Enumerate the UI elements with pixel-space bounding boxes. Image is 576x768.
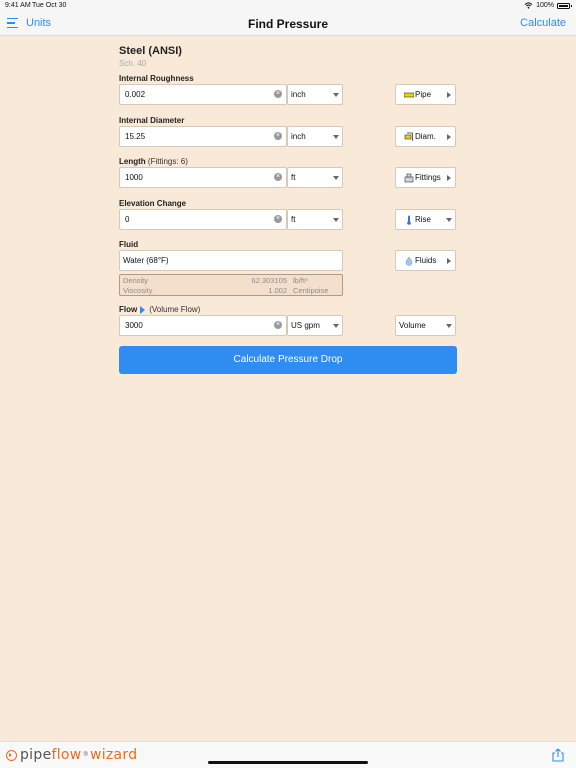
rise-select-label: Rise xyxy=(415,215,432,224)
logo-text-flow: flow xyxy=(51,747,82,763)
length-unit: ft xyxy=(291,173,296,182)
battery-icon xyxy=(557,2,572,9)
length-input[interactable]: 1000 × xyxy=(119,167,287,188)
clear-icon[interactable]: × xyxy=(274,321,282,329)
chevron-down-icon xyxy=(333,218,339,222)
clear-icon[interactable]: × xyxy=(274,173,282,181)
diameter-unit: inch xyxy=(291,132,306,141)
water-drop-icon xyxy=(405,256,413,266)
chevron-down-icon xyxy=(333,176,339,180)
logo-mark-icon xyxy=(6,749,17,761)
diameter-icon xyxy=(404,132,413,141)
fluids-button-label: Fluids xyxy=(415,256,437,265)
fluid-value: Water (68°F) xyxy=(123,256,169,265)
chevron-right-icon xyxy=(447,258,451,264)
elevation-value: 0 xyxy=(125,215,130,224)
flow-input[interactable]: 3000 × xyxy=(119,315,287,336)
flow-type-select[interactable]: Volume xyxy=(395,315,456,336)
fluid-properties: Density 62.303105 lb/ft³ Viscosity 1.002… xyxy=(119,274,343,296)
flow-value: 3000 xyxy=(125,321,143,330)
status-time: 9:41 AM xyxy=(5,2,31,9)
calculate-pressure-drop-button[interactable]: Calculate Pressure Drop xyxy=(119,346,457,374)
length-value: 1000 xyxy=(125,173,143,182)
thermometer-icon xyxy=(407,215,411,225)
flow-label-text: Flow xyxy=(119,305,138,314)
flow-type-value: Volume xyxy=(399,321,426,330)
roughness-label: Internal Roughness xyxy=(119,74,194,83)
flow-unit-select[interactable]: US gpm xyxy=(287,315,343,336)
elevation-unit: ft xyxy=(291,215,296,224)
roughness-unit: inch xyxy=(291,90,306,99)
density-value: 62.303105 xyxy=(251,276,287,285)
flow-unit: US gpm xyxy=(291,321,320,330)
chevron-right-icon xyxy=(447,92,451,98)
logo-registered: ® xyxy=(83,752,88,758)
fittings-button[interactable]: Fittings xyxy=(395,167,456,188)
wifi-icon xyxy=(524,2,533,9)
viscosity-unit: Centipoise xyxy=(293,286,329,295)
viscosity-row: Viscosity 1.002 Centipoise xyxy=(123,286,341,296)
fittings-button-label: Fittings xyxy=(415,173,441,182)
battery-percent: 100% xyxy=(536,2,554,9)
diameter-label: Internal Diameter xyxy=(119,116,185,125)
clear-icon[interactable]: × xyxy=(274,90,282,98)
share-icon[interactable] xyxy=(552,748,564,762)
navigation-bar: Units Find Pressure Calculate xyxy=(0,12,576,36)
chevron-right-icon xyxy=(447,175,451,181)
roughness-input[interactable]: 0.002 × xyxy=(119,84,287,105)
fittings-icon xyxy=(404,173,414,183)
status-date: Tue Oct 30 xyxy=(32,2,67,9)
diameter-value: 15.25 xyxy=(125,132,146,141)
chevron-down-icon xyxy=(446,218,452,222)
viscosity-value: 1.002 xyxy=(268,286,287,295)
elevation-unit-select[interactable]: ft xyxy=(287,209,343,230)
pipe-flow-wizard-logo: pipe flow ® wizard xyxy=(6,747,137,763)
pipe-schedule: Sch. 40 xyxy=(119,59,147,68)
length-fittings-count: (Fittings: 6) xyxy=(147,157,188,166)
diameter-button-label: Diam. xyxy=(415,132,436,141)
length-label-text: Length xyxy=(119,157,146,166)
status-bar: 9:41 AM Tue Oct 30 100% xyxy=(0,0,576,12)
fluid-label: Fluid xyxy=(119,240,139,249)
play-icon[interactable] xyxy=(140,305,146,314)
diameter-unit-select[interactable]: inch xyxy=(287,126,343,147)
chevron-right-icon xyxy=(447,134,451,140)
logo-text-pipe: pipe xyxy=(20,747,52,763)
pipe-icon xyxy=(404,92,414,98)
roughness-unit-select[interactable]: inch xyxy=(287,84,343,105)
page-title: Find Pressure xyxy=(247,17,329,31)
diameter-input[interactable]: 15.25 × xyxy=(119,126,287,147)
calculate-nav-button[interactable]: Calculate xyxy=(520,17,566,29)
flow-type-text: (Volume Flow) xyxy=(149,305,201,314)
roughness-value: 0.002 xyxy=(125,90,146,99)
chevron-down-icon xyxy=(446,324,452,328)
density-unit: lb/ft³ xyxy=(293,276,308,285)
home-indicator[interactable] xyxy=(208,761,368,764)
pipe-button-label: Pipe xyxy=(415,90,432,99)
elevation-input[interactable]: 0 × xyxy=(119,209,287,230)
density-row: Density 62.303105 lb/ft³ xyxy=(123,276,341,286)
diameter-button[interactable]: Diam. xyxy=(395,126,456,147)
logo-text-wizard: wizard xyxy=(89,747,138,763)
fluid-field[interactable]: Water (68°F) xyxy=(119,250,343,271)
clear-icon[interactable]: × xyxy=(274,215,282,223)
length-unit-select[interactable]: ft xyxy=(287,167,343,188)
pipe-material: Steel (ANSI) xyxy=(119,45,182,57)
fluids-button[interactable]: Fluids xyxy=(395,250,456,271)
chevron-down-icon xyxy=(333,324,339,328)
status-right: 100% xyxy=(524,2,572,9)
clear-icon[interactable]: × xyxy=(274,132,282,140)
elevation-label: Elevation Change xyxy=(119,199,187,208)
rise-select[interactable]: Rise xyxy=(395,209,456,230)
length-label: Length (Fittings: 6) xyxy=(119,157,188,166)
viscosity-label: Viscosity xyxy=(123,286,153,295)
chevron-down-icon xyxy=(333,135,339,139)
pipe-button[interactable]: Pipe xyxy=(395,84,456,105)
density-label: Density xyxy=(123,276,149,285)
chevron-down-icon xyxy=(333,93,339,97)
flow-label: Flow (Volume Flow) xyxy=(119,305,200,314)
